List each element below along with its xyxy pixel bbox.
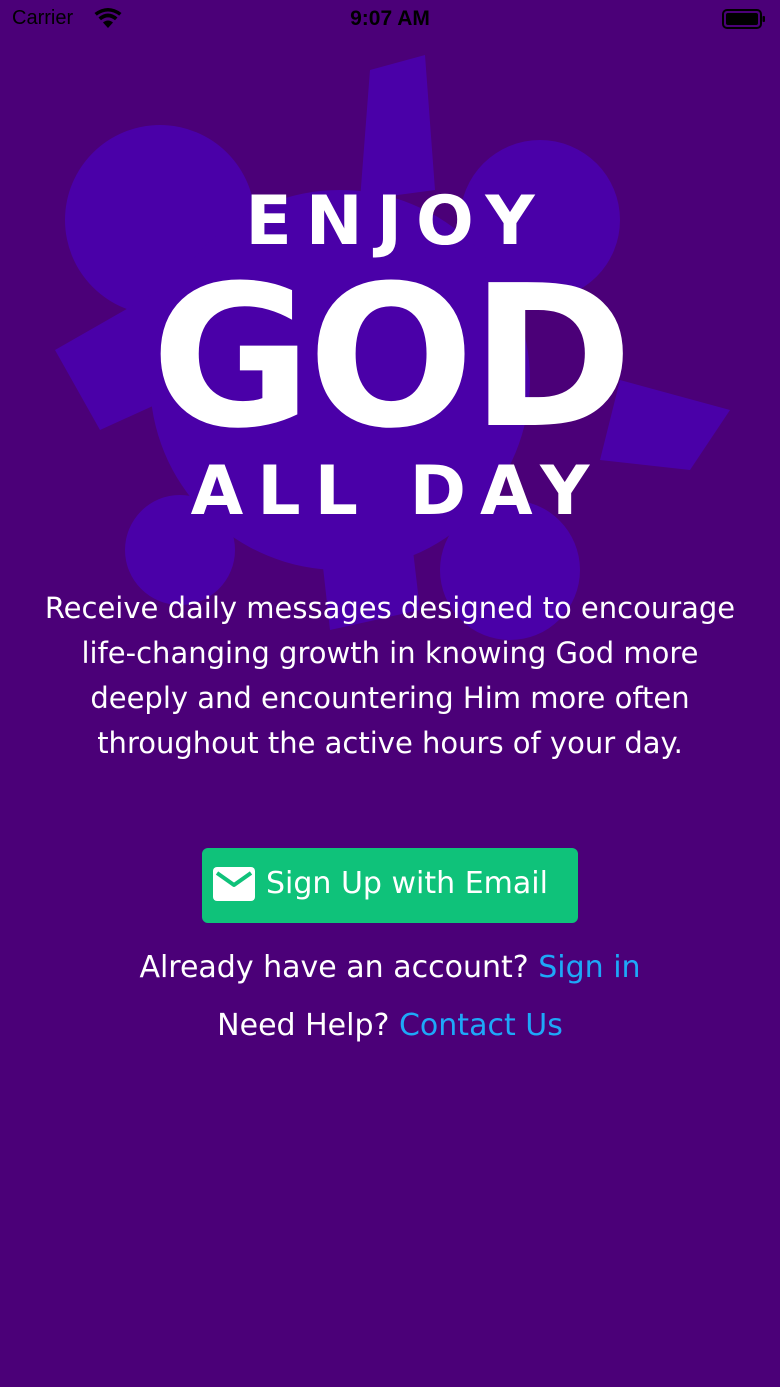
status-time: 9:07 AM <box>350 7 430 30</box>
signin-link[interactable]: Sign in <box>538 950 640 985</box>
status-bar: Carrier 9:07 AM <box>0 0 780 40</box>
logo-line-all-day: ALL DAY <box>190 452 604 531</box>
contact-us-link[interactable]: Contact Us <box>399 1008 563 1043</box>
help-prompt: Need Help? <box>217 1008 390 1043</box>
app-logo: ENJOY GOD ALL DAY <box>0 180 780 534</box>
logo-line-god: GOD <box>150 244 633 472</box>
signup-email-label: Sign Up with Email <box>266 866 548 901</box>
signin-prompt: Already have an account? <box>139 950 529 985</box>
signup-email-button[interactable]: Sign Up with Email <box>202 848 578 923</box>
mail-icon <box>213 867 255 901</box>
battery-icon <box>722 9 765 29</box>
intro-description: Receive daily messages designed to encou… <box>44 591 736 760</box>
help-row: Need Help? Contact Us <box>0 1008 780 1043</box>
signin-row: Already have an account? Sign in <box>0 950 780 985</box>
app-screen: Carrier 9:07 AM ENJOY GOD ALL DAY Receiv… <box>0 0 780 1387</box>
